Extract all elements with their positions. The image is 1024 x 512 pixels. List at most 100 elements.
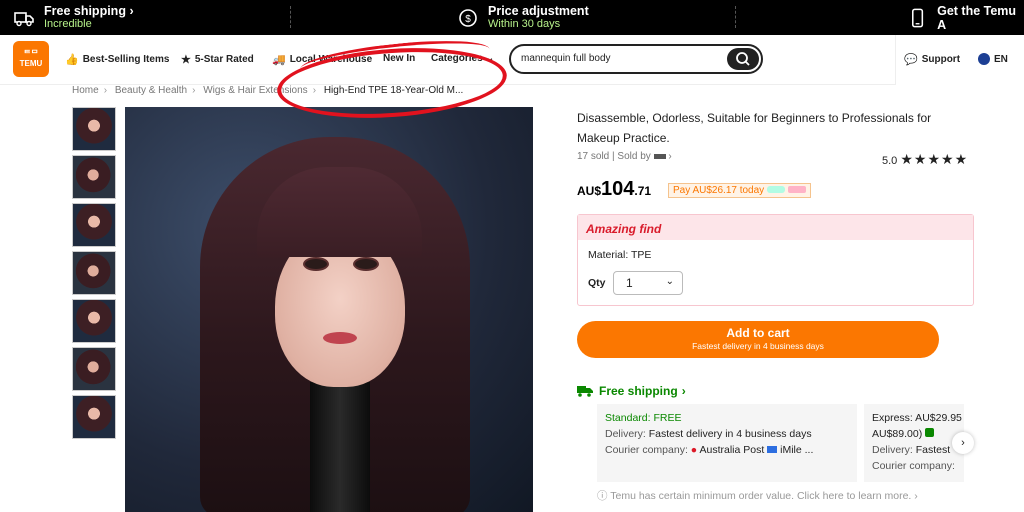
- chevron-right-icon: ›: [129, 4, 134, 18]
- neck-stand: [310, 382, 370, 512]
- pay-later-text: Pay AU$26.17 today: [673, 185, 765, 196]
- flag-icon: [978, 53, 990, 65]
- pay-later-badge[interactable]: Pay AU$26.17 today: [668, 183, 811, 198]
- left-eye: [303, 257, 329, 271]
- amazing-find-title: Amazing find: [578, 215, 973, 240]
- delivery-value: Fastest: [915, 444, 951, 456]
- info-icon: ⓘ: [597, 490, 608, 502]
- main-product-image[interactable]: [125, 107, 533, 512]
- amazing-find-panel: Amazing find Material: TPE Qty 1 ⌄: [577, 214, 974, 306]
- breadcrumb-separator: ›: [103, 85, 108, 96]
- search-button[interactable]: [727, 48, 759, 70]
- price-currency: AU$: [577, 184, 602, 198]
- thumbnail-list: [72, 107, 116, 443]
- divider: [735, 6, 736, 28]
- nav-new-in[interactable]: New In: [383, 53, 415, 64]
- sold-info: 17 sold | Sold by ›: [577, 151, 672, 162]
- price-whole: 104: [601, 178, 635, 200]
- discount-icon: [925, 428, 935, 437]
- promo-bar: Free shipping › Incredible $ Price adjus…: [0, 0, 1024, 35]
- imile-icon: [767, 446, 778, 453]
- thumbs-up-icon: 👍: [65, 54, 79, 66]
- divider: [290, 6, 291, 28]
- nav-label: New In: [383, 53, 416, 64]
- qty-select[interactable]: 1 ⌄: [613, 271, 683, 295]
- material-label: Material: TPE: [588, 249, 652, 261]
- search-icon: [736, 52, 750, 66]
- sold-count: 17 sold: [577, 151, 610, 162]
- breadcrumb-home[interactable]: Home: [72, 85, 99, 96]
- free-shipping-subtitle: Incredible: [44, 18, 92, 30]
- support-label: Support: [921, 54, 961, 65]
- australia-post-icon: ●: [690, 444, 698, 456]
- temu-logo[interactable]: ᄐᄆ TEMU: [13, 41, 49, 77]
- promo-get-app[interactable]: Get the Temu A: [908, 0, 1024, 35]
- promo-price-adjustment[interactable]: $ Price adjustment Within 30 days: [458, 0, 589, 35]
- delivery-label: Delivery:: [872, 444, 913, 456]
- phone-icon: [912, 8, 924, 27]
- breadcrumb-wigs[interactable]: Wigs & Hair Extensions: [203, 85, 307, 96]
- chat-icon: 💬: [904, 54, 918, 66]
- rating-value: 5.0: [882, 155, 898, 167]
- nav-label: Best-Selling Items: [82, 54, 170, 65]
- search-input[interactable]: mannequin full body: [521, 53, 611, 64]
- add-to-cart-button[interactable]: Add to cart Fastest delivery in 4 busine…: [577, 321, 939, 358]
- nav-local-warehouse[interactable]: 🚚 Local Warehouse: [272, 53, 372, 66]
- nav-five-star[interactable]: ★ 5-Star Rated: [181, 53, 254, 66]
- get-app-title: Get the Temu A: [937, 3, 1017, 32]
- add-to-cart-label: Add to cart: [726, 326, 790, 340]
- free-shipping-title: Free shipping: [44, 4, 126, 18]
- courier-value-2: iMile ...: [780, 444, 814, 456]
- add-to-cart-subtitle: Fastest delivery in 4 business days: [692, 341, 824, 351]
- express-label: Express: AU$29.95: [872, 412, 962, 424]
- language-label: EN: [994, 53, 1008, 65]
- breadcrumb-beauty[interactable]: Beauty & Health: [115, 85, 187, 96]
- standard-shipping-card[interactable]: Standard: FREE Delivery: Fastest deliver…: [597, 404, 857, 482]
- standard-label: Standard: FREE: [605, 412, 682, 424]
- language-selector[interactable]: EN: [978, 53, 1008, 65]
- qty-value: 1: [626, 276, 633, 290]
- search-box[interactable]: mannequin full body: [509, 44, 763, 74]
- star-badge-icon: ★: [181, 54, 191, 66]
- product-thumbnail[interactable]: [72, 347, 116, 391]
- delivery-label: Delivery:: [605, 428, 646, 440]
- carousel-next-button[interactable]: ›: [952, 432, 974, 454]
- rating[interactable]: 5.0 ★★★★★: [882, 151, 968, 168]
- promo-free-shipping[interactable]: Free shipping › Incredible: [14, 0, 134, 35]
- free-shipping-heading[interactable]: Free shipping ›: [577, 384, 686, 398]
- svg-text:$: $: [465, 14, 471, 25]
- price-adjust-title: Price adjustment: [488, 4, 589, 18]
- product-thumbnail[interactable]: [72, 395, 116, 439]
- min-order-text: Temu has certain minimum order value. Cl…: [610, 490, 912, 502]
- chevron-right-icon: ›: [681, 384, 686, 398]
- right-eye: [353, 257, 379, 271]
- free-shipping-label: Free shipping: [599, 384, 678, 398]
- product-thumbnail[interactable]: [72, 203, 116, 247]
- breadcrumb: Home › Beauty & Health › Wigs & Hair Exten…: [72, 85, 463, 96]
- nav-label: 5-Star Rated: [194, 54, 254, 65]
- product-thumbnail[interactable]: [72, 107, 116, 151]
- express-sub: AU$89.00): [872, 428, 923, 440]
- price-adjust-subtitle: Within 30 days: [488, 18, 561, 30]
- product-thumbnail[interactable]: [72, 251, 116, 295]
- price-cents: .71: [634, 184, 652, 198]
- price-adjust-icon: $: [459, 8, 477, 27]
- main-nav: ᄐᄆ TEMU 👍 Best-Selling Items ★ 5-Star Rate…: [0, 35, 1024, 85]
- support-link[interactable]: 💬 Support: [904, 53, 960, 66]
- product-thumbnail[interactable]: [72, 299, 116, 343]
- breadcrumb-separator: ›: [312, 85, 317, 96]
- qty-label: Qty: [588, 277, 606, 289]
- logo-glyphs: ᄐᄆ: [23, 49, 39, 58]
- nav-categories[interactable]: Categories ⌄: [431, 53, 494, 64]
- sold-by-label[interactable]: Sold by: [617, 151, 650, 162]
- breadcrumb-separator: ›: [192, 85, 196, 96]
- afterpay-icon: [766, 186, 785, 193]
- price: AU$ 104.71: [577, 178, 651, 201]
- product-thumbnail[interactable]: [72, 155, 116, 199]
- chevron-down-icon: ⌄: [665, 276, 674, 287]
- express-shipping-card[interactable]: Express: AU$29.95 AU$89.00) Delivery: Fa…: [864, 404, 964, 482]
- delivery-value: Fastest delivery in 4 business days: [648, 428, 812, 440]
- nav-best-selling[interactable]: 👍 Best-Selling Items: [65, 53, 169, 66]
- courier-value: Australia Post: [699, 444, 765, 456]
- min-order-note[interactable]: ⓘ Temu has certain minimum order value. …: [597, 488, 918, 503]
